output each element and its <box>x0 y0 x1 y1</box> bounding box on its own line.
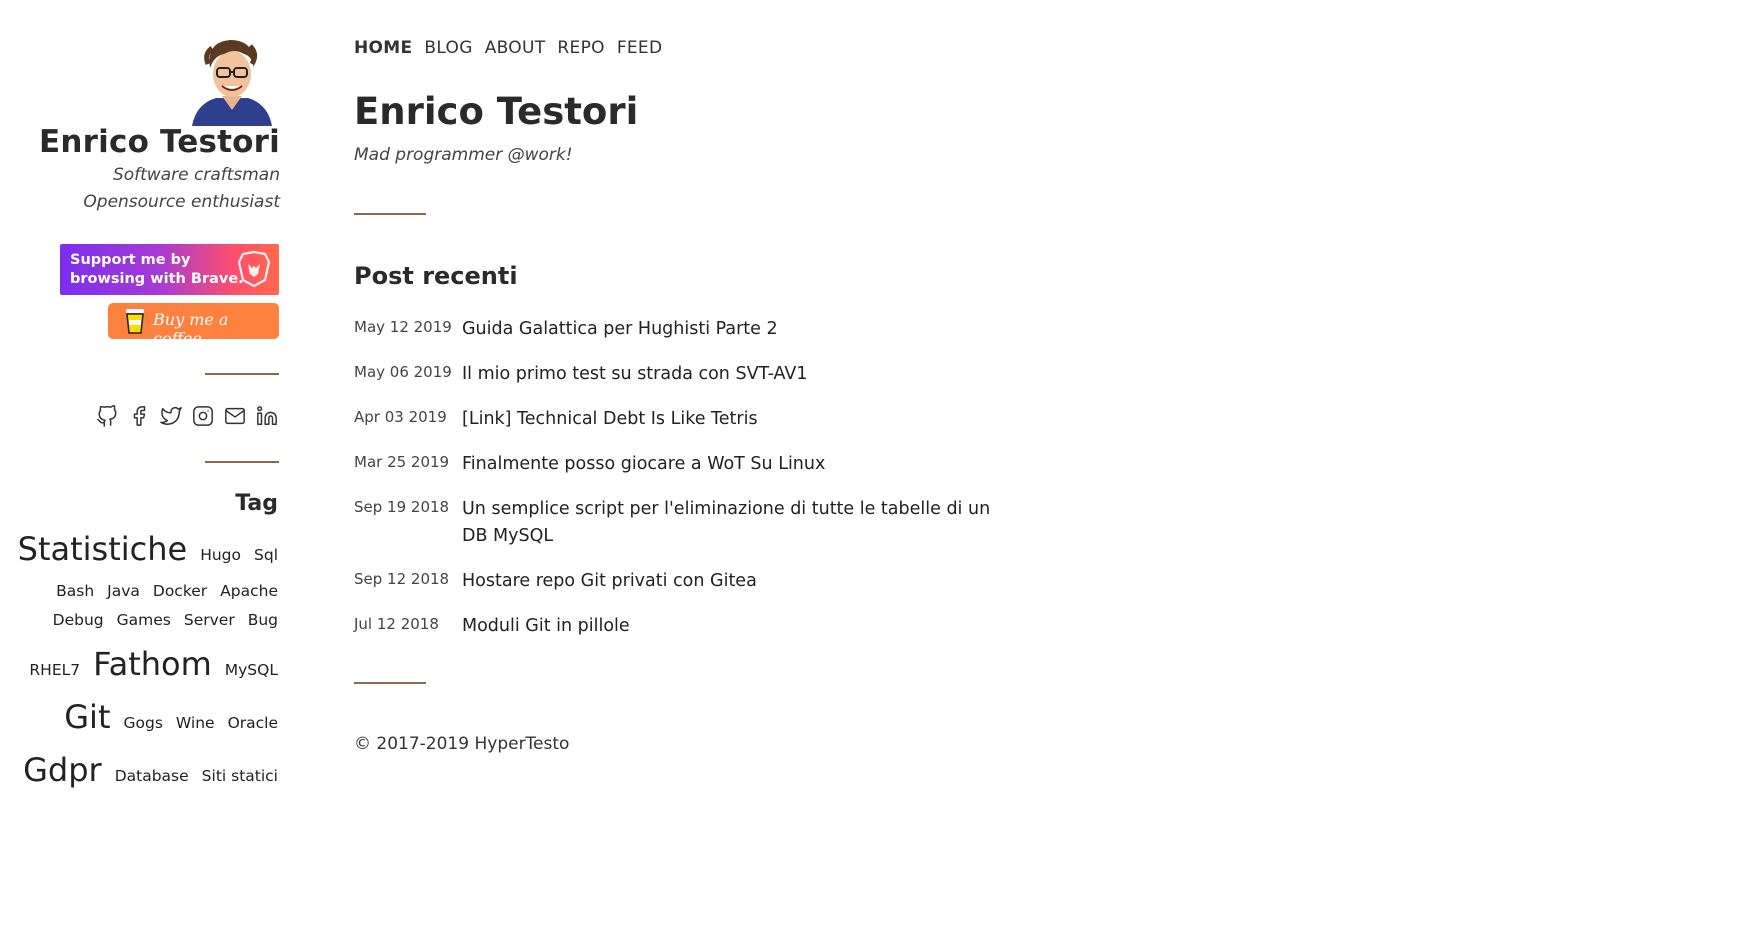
tag-link[interactable]: RHEL7 <box>29 661 80 679</box>
site-subtitle: Mad programmer @work! <box>354 145 573 165</box>
post-link[interactable]: Finalmente posso giocare a WoT Su Linux <box>462 451 825 478</box>
tag-link[interactable]: Java <box>107 582 140 600</box>
tag-link[interactable]: Server <box>184 611 235 629</box>
post-link[interactable]: Hostare repo Git privati con Gitea <box>462 568 757 595</box>
nav-about[interactable]: ABOUT <box>485 38 546 58</box>
coffee-button-label: Buy me a coffee <box>153 310 229 348</box>
twitter-icon[interactable] <box>160 405 182 427</box>
instagram-icon[interactable] <box>192 405 214 427</box>
tag-link[interactable]: Siti statici <box>202 767 278 785</box>
post-link[interactable]: Un semplice script per l'eliminazione di… <box>462 496 992 550</box>
post-date: May 12 2019 <box>354 318 452 336</box>
recent-posts-list: May 12 2019 Guida Galattica per Hughisti… <box>354 316 1054 658</box>
tag-link[interactable]: Bug <box>248 611 278 629</box>
email-icon[interactable] <box>224 405 246 427</box>
tag-link[interactable]: Database <box>115 767 189 785</box>
sidebar-divider <box>205 461 279 463</box>
site-title: Enrico Testori <box>354 90 639 133</box>
tag-link[interactable]: Docker <box>153 582 207 600</box>
tag-link[interactable]: Debug <box>53 611 104 629</box>
tag-cloud-row: Gdpr Database Siti statici <box>10 751 278 789</box>
tag-cloud-row: Bash Java Docker Apache <box>43 582 278 600</box>
post-date: Jul 12 2018 <box>354 615 439 633</box>
tagline-software-craftsman: Software craftsman <box>112 165 280 185</box>
post-link[interactable]: Moduli Git in pillole <box>462 613 630 640</box>
main-content: HOME BLOG ABOUT REPO FEED Enrico Testori… <box>354 0 1454 948</box>
author-avatar <box>192 40 272 126</box>
tag-link[interactable]: Games <box>117 611 171 629</box>
post-date: Apr 03 2019 <box>354 408 447 426</box>
github-icon[interactable] <box>96 405 118 427</box>
post-item: Sep 19 2018 Un semplice script per l'eli… <box>354 496 1054 550</box>
tag-link[interactable]: MySQL <box>225 661 278 679</box>
tag-link[interactable]: Hugo <box>200 546 241 564</box>
post-date: Sep 12 2018 <box>354 570 450 588</box>
brave-support-badge[interactable]: Support me by browsing with Brave. <box>60 244 279 295</box>
tag-cloud-row: Statistiche Hugo Sql <box>5 530 278 568</box>
tag-link[interactable]: Gdpr <box>23 751 102 789</box>
tag-cloud-row: Git Gogs Wine Oracle <box>51 698 278 736</box>
post-item: Jul 12 2018 Moduli Git in pillole <box>354 613 1054 640</box>
tag-link[interactable]: Sql <box>254 546 278 564</box>
post-link[interactable]: Guida Galattica per Hughisti Parte 2 <box>462 316 778 343</box>
tag-link[interactable]: Fathom <box>93 645 212 683</box>
tag-link[interactable]: Wine <box>176 714 215 732</box>
post-link[interactable]: [Link] Technical Debt Is Like Tetris <box>462 406 758 433</box>
linkedin-icon[interactable] <box>256 405 278 427</box>
tag-cloud-row: RHEL7 Fathom MySQL <box>16 645 278 683</box>
tag-link[interactable]: Git <box>64 698 110 736</box>
tag-link[interactable]: Statistiche <box>18 530 188 568</box>
top-navigation: HOME BLOG ABOUT REPO FEED <box>354 38 662 58</box>
post-item: Apr 03 2019 [Link] Technical Debt Is Lik… <box>354 406 1054 433</box>
tag-link[interactable]: Oracle <box>228 714 278 732</box>
tag-link[interactable]: Gogs <box>123 714 162 732</box>
nav-feed[interactable]: FEED <box>617 38 663 58</box>
post-item: Mar 25 2019 Finalmente posso giocare a W… <box>354 451 1054 478</box>
facebook-icon[interactable] <box>128 405 150 427</box>
tag-heading: Tag <box>235 491 278 516</box>
nav-blog[interactable]: BLOG <box>424 38 472 58</box>
footer-copyright: © 2017-2019 HyperTesto <box>354 734 570 754</box>
content-divider <box>354 213 426 215</box>
tagline-opensource-enthusiast: Opensource enthusiast <box>83 192 280 212</box>
post-date: Mar 25 2019 <box>354 453 450 471</box>
author-name: Enrico Testori <box>39 124 280 160</box>
sidebar: Enrico Testori Software craftsman Openso… <box>0 0 280 948</box>
sidebar-divider <box>205 373 279 375</box>
nav-repo[interactable]: REPO <box>557 38 604 58</box>
recent-posts-heading: Post recenti <box>354 262 518 290</box>
social-icons <box>96 405 278 429</box>
tag-cloud-row: Debug Games Server Bug <box>40 611 278 629</box>
post-item: May 12 2019 Guida Galattica per Hughisti… <box>354 316 1054 343</box>
buy-me-a-coffee-button[interactable]: Buy me a coffee <box>108 303 279 348</box>
post-item: Sep 12 2018 Hostare repo Git privati con… <box>354 568 1054 595</box>
tag-link[interactable]: Bash <box>56 582 94 600</box>
brave-lion-icon <box>237 250 271 288</box>
nav-home[interactable]: HOME <box>354 38 412 58</box>
coffee-cup-icon <box>126 309 144 334</box>
post-item: May 06 2019 Il mio primo test su strada … <box>354 361 1054 388</box>
post-link[interactable]: Il mio primo test su strada con SVT-AV1 <box>462 361 808 388</box>
post-date: Sep 19 2018 <box>354 498 450 516</box>
post-date: May 06 2019 <box>354 363 452 381</box>
content-divider <box>354 682 426 684</box>
tag-link[interactable]: Apache <box>220 582 278 600</box>
